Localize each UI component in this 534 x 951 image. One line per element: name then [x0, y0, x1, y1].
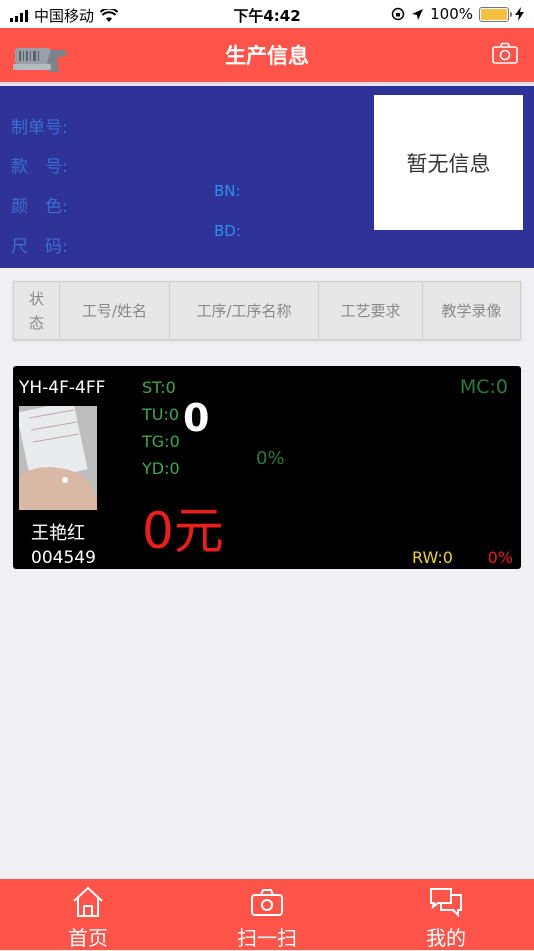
bn-label: BN: — [214, 182, 241, 200]
worker-name: 王艳红 — [31, 523, 85, 544]
bd-label: BD: — [214, 222, 241, 240]
camera-icon[interactable] — [492, 42, 518, 64]
tab-scan[interactable]: 扫一扫 — [207, 879, 327, 950]
table-header: 状 态 工号/姓名 工序/工序名称 工艺要求 教学录像 — [13, 281, 521, 340]
tab-scan-label: 扫一扫 — [237, 926, 297, 950]
status-right: 100% — [391, 5, 524, 23]
stat-yd: YD:0 — [142, 459, 180, 478]
tab-mine-label: 我的 — [426, 926, 466, 950]
column-process[interactable]: 工序/工序名称 — [170, 282, 319, 339]
station-code: YH-4F-4FF — [19, 378, 106, 398]
battery-icon — [479, 6, 512, 22]
status-col-line2: 态 — [28, 313, 44, 332]
page-title: 生产信息 — [225, 44, 309, 68]
stat-tu: TU:0 — [142, 405, 180, 424]
column-worker[interactable]: 工号/姓名 — [60, 282, 170, 339]
app-header: 生产信息 — [0, 28, 534, 82]
charging-icon — [515, 7, 524, 21]
stat-tg: TG:0 — [142, 432, 180, 451]
battery-percent: 100% — [430, 5, 473, 23]
earnings-amount: 0元 — [142, 502, 224, 560]
stat-st: ST:0 — [142, 378, 176, 397]
rotation-lock-icon — [391, 7, 405, 21]
worker-photo — [19, 406, 97, 510]
photo-image — [19, 406, 97, 510]
tab-home-label: 首页 — [68, 926, 108, 950]
progress-percent: 0% — [256, 448, 285, 469]
production-info-panel: 制单号: 款 号: 颜 色: 尺 码: BN: BD: 暂无信息 — [0, 86, 534, 268]
status-col-line1: 状 — [28, 289, 44, 308]
worker-id: 004549 — [31, 548, 96, 568]
location-icon — [412, 8, 424, 20]
color-label: 颜 色: — [11, 197, 68, 217]
order-number-label: 制单号: — [11, 118, 68, 138]
tab-home[interactable]: 首页 — [28, 879, 148, 950]
column-status[interactable]: 状 态 — [14, 282, 60, 339]
stat-rw: RW:0 — [412, 548, 453, 567]
stat-mc: MC:0 — [459, 376, 508, 398]
column-video[interactable]: 教学录像 — [423, 282, 520, 339]
status-bar: 中国移动 下午4:42 100% — [0, 0, 534, 28]
worker-card[interactable]: YH-4F-4FF 王艳红 004549 ST:0 TU:0 TG:0 YD:0… — [13, 366, 521, 569]
size-label: 尺 码: — [11, 237, 68, 257]
home-icon — [73, 886, 103, 917]
column-requirements[interactable]: 工艺要求 — [319, 282, 423, 339]
camera-icon — [251, 889, 283, 916]
big-count: 0 — [183, 396, 210, 440]
tab-bar: 首页 扫一扫 我的 — [0, 879, 534, 950]
tab-mine[interactable]: 我的 — [386, 879, 506, 950]
style-number-label: 款 号: — [11, 157, 68, 177]
rework-percent: 0% — [487, 548, 513, 567]
no-info-box: 暂无信息 — [374, 95, 523, 230]
chat-icon — [430, 888, 462, 918]
